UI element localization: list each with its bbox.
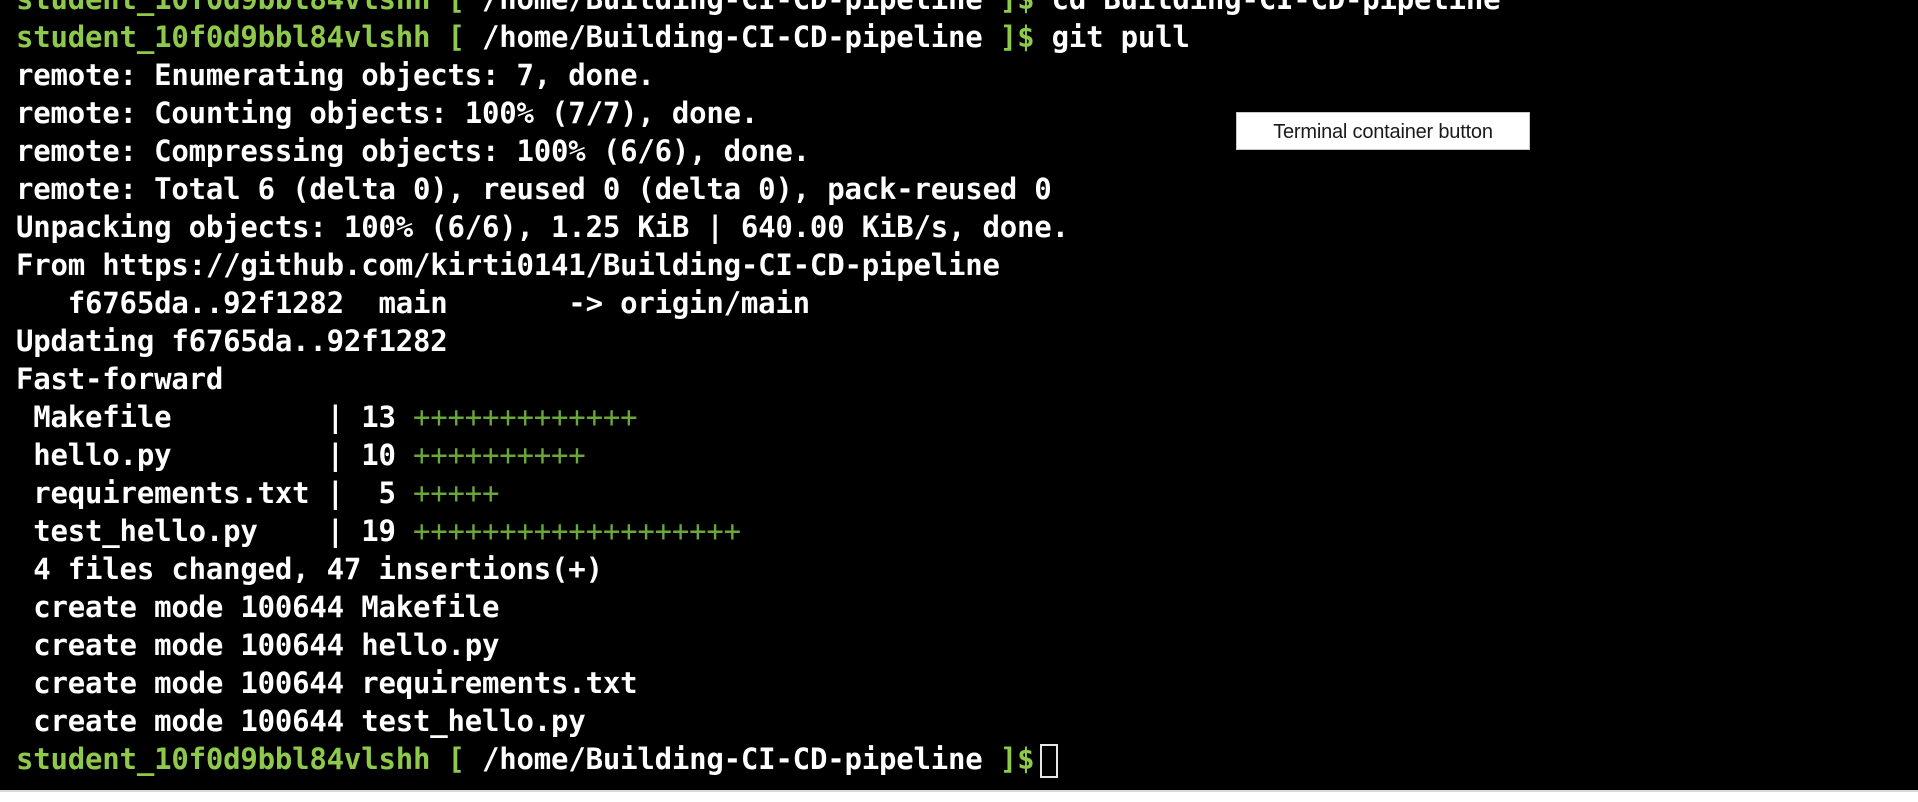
command-text: git pull [1034,20,1190,54]
prompt-bracket-open: [ [430,742,483,776]
diffstat-plus: +++++ [412,476,500,510]
terminal-output-line: remote: Total 6 (delta 0), reused 0 (del… [16,172,1052,206]
terminal-line-prompt: student_10f0d9bbl84vlshh [ /home/Buildin… [16,18,1500,56]
terminal-output-line: f6765da..92f1282 main -> origin/main [16,286,810,320]
terminal-output-line: 4 files changed, 47 insertions(+) [16,552,603,586]
prompt-path: /home/Building-CI-CD-pipeline [482,742,983,776]
terminal-output-line: remote: Enumerating objects: 7, done. [16,58,655,92]
prompt-user: student_10f0d9bbl84vlshh [16,0,430,16]
diffstat-line: test_hello.py | 19 +++++++++++++++++++ [16,512,1500,550]
terminal-output-line: create mode 100644 test_hello.py [16,704,586,738]
terminal-output-line: Fast-forward [16,362,224,396]
prompt-path: /home/Building-CI-CD-pipeline [482,20,983,54]
terminal-container[interactable]: student_10f0d9bbl84vlshh [ /home/Buildin… [0,0,1918,792]
command-text: cd Building-CI-CD-pipeline [1034,0,1501,16]
terminal-output-line: create mode 100644 requirements.txt [16,666,638,700]
prompt-dollar: ]$ [983,0,1035,16]
diffstat-line: requirements.txt | 5 +++++ [16,474,1500,512]
prompt-bracket-open: [ [430,20,483,54]
prompt-user: student_10f0d9bbl84vlshh [16,742,431,776]
terminal-output-line: Updating f6765da..92f1282 [16,324,448,358]
diffstat-file: requirements.txt | 5 [16,476,413,510]
diffstat-plus: ++++++++++ [412,438,586,472]
diffstat-line: hello.py | 10 ++++++++++ [16,436,1500,474]
terminal-output-line: create mode 100644 Makefile [16,590,500,624]
diffstat-file: Makefile | 13 [16,400,413,434]
terminal-cursor[interactable] [1040,744,1059,778]
terminal-output-line: create mode 100644 hello.py [16,628,500,662]
diffstat-plus: +++++++++++++ [412,400,638,434]
diffstat-line: Makefile | 13 +++++++++++++ [16,398,1500,436]
terminal-output-line: Unpacking objects: 100% (6/6), 1.25 KiB … [16,210,1069,244]
terminal-container-tooltip: Terminal container button [1236,112,1530,150]
prompt-dollar: ]$ [982,20,1035,54]
terminal-line-prev-prompt: student_10f0d9bbl84vlshh [ /home/Buildin… [16,0,1501,18]
prompt-bracket-open: [ [430,0,482,16]
terminal-line-current-prompt: student_10f0d9bbl84vlshh [ /home/Buildin… [16,740,1500,778]
diffstat-file: test_hello.py | 19 [16,514,413,548]
terminal-output-line: From https://github.com/kirti0141/Buildi… [16,248,1000,282]
prompt-user: student_10f0d9bbl84vlshh [16,20,431,54]
prompt-dollar: ]$ [982,742,1035,776]
diffstat-file: hello.py | 10 [16,438,413,472]
prompt-path: /home/Building-CI-CD-pipeline [482,0,983,16]
diffstat-plus: +++++++++++++++++++ [412,514,741,548]
